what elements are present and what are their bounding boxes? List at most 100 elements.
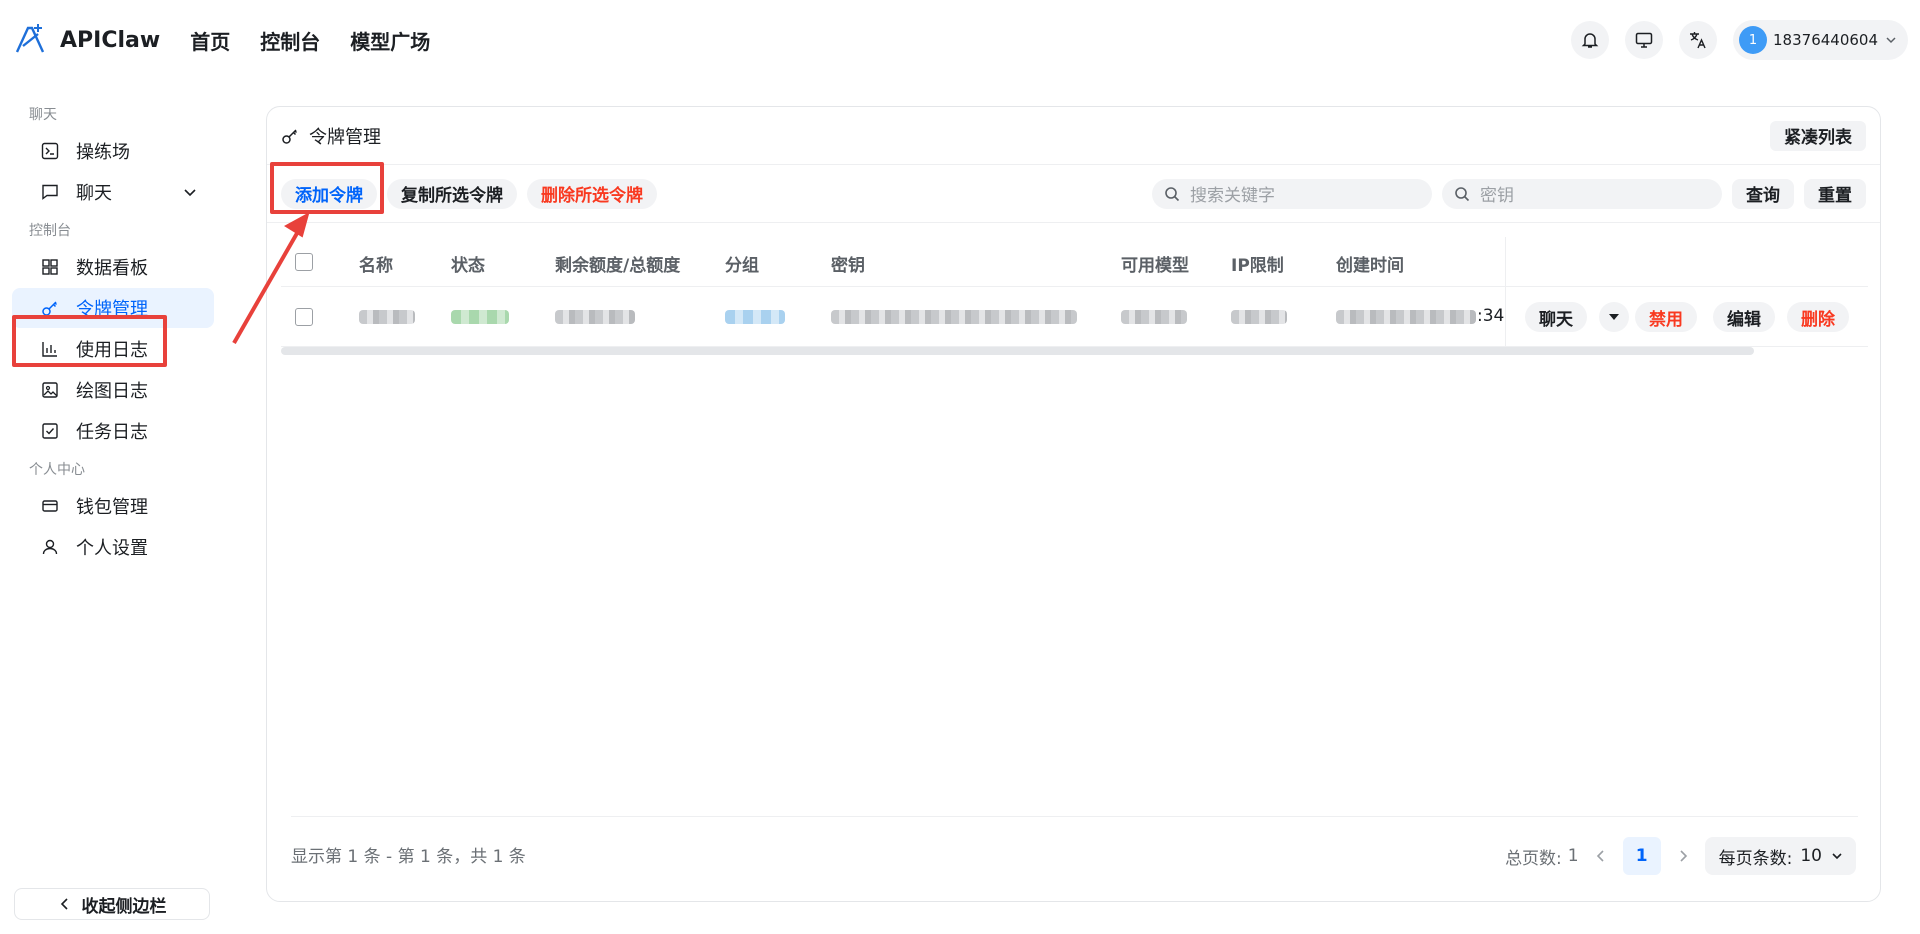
sidebar-item-playground[interactable]: 操练场 <box>12 131 214 171</box>
column-header[interactable]: IP限制 <box>1231 251 1284 276</box>
wallet-icon <box>42 500 58 512</box>
chevron-down-icon <box>1832 853 1842 860</box>
toolbar: 添加令牌 复制所选令牌 删除所选令牌 搜索关键字 密钥 查询 重置 <box>267 165 1880 223</box>
created-time-suffix: :34 <box>1477 306 1505 326</box>
brand-logo-icon <box>15 24 45 53</box>
token-table: 名称 状态 剩余额度/总额度 分组 密钥 可用模型 IP限制 创建时间 :34 … <box>281 237 1868 355</box>
translate-icon <box>1690 32 1706 49</box>
sidebar-item-personal-settings[interactable]: 个人设置 <box>12 527 214 567</box>
delete-selected-button[interactable]: 删除所选令牌 <box>527 178 657 209</box>
page-size-value: 10 <box>1800 846 1822 866</box>
column-header[interactable]: 创建时间 <box>1336 251 1404 276</box>
avatar: 1 <box>1739 26 1768 54</box>
sidebar-item-label: 聊天 <box>76 183 112 204</box>
caret-down-icon <box>1609 314 1619 320</box>
collapse-sidebar-label: 收起侧边栏 <box>81 896 167 917</box>
top-actions: 1 18376440604 <box>1571 20 1908 60</box>
sidebar-section-console: 控制台 <box>29 223 71 239</box>
monitor-icon <box>1635 32 1653 48</box>
display-button[interactable] <box>1625 21 1664 59</box>
brand-name: APIClaw <box>60 27 161 53</box>
nav-model-square[interactable]: 模型广场 <box>350 26 430 55</box>
terminal-icon <box>41 142 59 160</box>
chat-dropdown-button[interactable] <box>1599 302 1629 332</box>
query-button[interactable]: 查询 <box>1732 178 1794 209</box>
chevron-down-icon <box>1886 37 1896 44</box>
collapse-sidebar-button[interactable]: 收起侧边栏 <box>14 888 210 920</box>
table-row: :34 聊天 禁用 编辑 删除 <box>281 287 1868 347</box>
compact-list-button[interactable]: 紧凑列表 <box>1770 120 1866 151</box>
sidebar-item-drawing-log[interactable]: 绘图日志 <box>12 370 214 410</box>
copy-selected-button[interactable]: 复制所选令牌 <box>387 178 517 209</box>
actions-column-divider <box>1505 237 1506 347</box>
models <box>1121 310 1187 324</box>
key-search-placeholder: 密钥 <box>1480 186 1514 206</box>
column-header[interactable]: 名称 <box>359 251 393 276</box>
sidebar-item-wallet[interactable]: 钱包管理 <box>12 486 214 526</box>
logo[interactable]: APIClaw <box>14 24 160 56</box>
page-size-select[interactable]: 每页条数: 10 <box>1704 837 1856 875</box>
select-all-checkbox[interactable] <box>295 253 313 271</box>
chat-bubble-icon <box>42 184 58 200</box>
sidebar-item-task-log[interactable]: 任务日志 <box>12 411 214 451</box>
quota <box>555 310 635 324</box>
page-size-label: 每页条数: <box>1718 848 1793 869</box>
highlight-token-management <box>12 315 167 367</box>
check-square-icon <box>42 423 58 439</box>
column-header[interactable]: 状态 <box>451 251 485 276</box>
language-button[interactable] <box>1679 21 1718 59</box>
sidebar-item-chat[interactable]: 聊天 <box>12 172 214 212</box>
keyword-search-placeholder: 搜索关键字 <box>1190 186 1275 206</box>
highlight-add-token <box>270 162 384 214</box>
group-badge <box>725 310 785 324</box>
delete-button[interactable]: 删除 <box>1787 302 1849 332</box>
sidebar-item-label: 钱包管理 <box>76 497 148 518</box>
pagination: 总页数: 1 1 每页条数: 10 <box>1505 837 1856 875</box>
sidebar-item-label: 操练场 <box>76 142 130 163</box>
top-bar: APIClaw 首页 控制台 模型广场 1 18376440604 <box>0 0 1920 80</box>
column-header[interactable]: 剩余额度/总额度 <box>555 251 680 276</box>
notification-button[interactable] <box>1571 21 1610 59</box>
column-header[interactable]: 分组 <box>725 251 759 276</box>
chevron-right-icon[interactable] <box>1675 848 1691 864</box>
page-title: 令牌管理 <box>309 126 381 148</box>
pagination-info: 显示第 1 条 - 第 1 条，共 1 条 <box>291 847 526 867</box>
token-panel: 令牌管理 紧凑列表 添加令牌 复制所选令牌 删除所选令牌 搜索关键字 密钥 查询… <box>266 106 1881 902</box>
column-header[interactable]: 可用模型 <box>1121 251 1189 276</box>
nav-home[interactable]: 首页 <box>190 26 230 55</box>
chevron-down-icon[interactable] <box>182 184 198 200</box>
sidebar-item-dashboard[interactable]: 数据看板 <box>12 247 214 287</box>
user-menu[interactable]: 1 18376440604 <box>1733 20 1908 60</box>
nav-console[interactable]: 控制台 <box>260 26 320 55</box>
chevron-left-icon[interactable] <box>1593 848 1609 864</box>
footer-divider <box>291 816 1858 817</box>
key-search-input[interactable]: 密钥 <box>1442 178 1722 209</box>
disable-button[interactable]: 禁用 <box>1635 302 1697 332</box>
sidebar-item-label: 任务日志 <box>76 422 148 443</box>
key-icon <box>282 128 298 144</box>
row-checkbox[interactable] <box>295 308 313 326</box>
sidebar-item-label: 绘图日志 <box>76 381 148 402</box>
status-badge <box>451 310 509 324</box>
dashboard-icon <box>42 259 58 275</box>
search-icon <box>1165 186 1180 201</box>
panel-header: 令牌管理 紧凑列表 <box>267 107 1880 165</box>
edit-button[interactable]: 编辑 <box>1713 302 1775 332</box>
reset-button[interactable]: 重置 <box>1804 178 1866 209</box>
page-button-current[interactable]: 1 <box>1622 837 1661 875</box>
token-key[interactable] <box>831 310 1077 324</box>
column-header[interactable]: 密钥 <box>831 251 865 276</box>
total-pages-value: 1 <box>1567 846 1579 866</box>
sidebar-item-label: 个人设置 <box>76 538 148 559</box>
sidebar-section-personal: 个人中心 <box>29 462 85 478</box>
bell-icon <box>1581 33 1599 48</box>
created-time <box>1336 310 1476 324</box>
token-name <box>359 310 415 324</box>
keyword-search-input[interactable]: 搜索关键字 <box>1152 178 1432 209</box>
horizontal-scrollbar[interactable] <box>281 347 1754 355</box>
username: 18376440604 <box>1773 31 1878 49</box>
total-pages-label: 总页数: <box>1505 848 1562 869</box>
chat-button[interactable]: 聊天 <box>1525 302 1587 332</box>
ip-limit <box>1231 310 1287 324</box>
top-nav: 首页 控制台 模型广场 <box>190 26 430 55</box>
